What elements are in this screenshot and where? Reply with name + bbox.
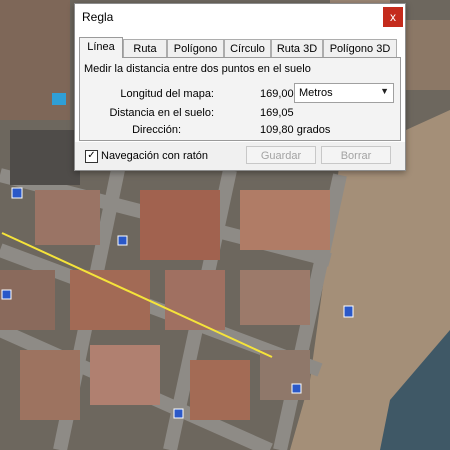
tab-linea[interactable]: Línea [79,37,123,58]
tab-panel-linea: Medir la distancia entre dos puntos en e… [79,57,401,141]
tab-ruta-3d[interactable]: Ruta 3D [271,39,323,57]
map-length-value: 169,00 [260,88,294,100]
ground-distance-label: Distancia en el suelo: [109,107,214,119]
pin-icon[interactable] [291,383,302,394]
tab-poligono[interactable]: Polígono [167,39,224,57]
close-icon: x [390,10,396,24]
dialog-footer: ✓ Navegación con ratón Guardar Borrar [75,142,405,170]
clear-button[interactable]: Borrar [321,146,391,164]
unit-select-value: Metros [299,87,333,99]
ruler-dialog: Regla x Línea Ruta Polígono Círculo Ruta… [74,3,406,171]
title-bar[interactable]: Regla x [75,4,405,30]
restaurant-icon[interactable] [1,289,12,300]
checkmark-icon: ✓ [87,150,96,161]
bar-icon[interactable] [343,305,354,318]
balloon-icon[interactable] [11,187,23,199]
chevron-down-icon: ▼ [380,86,389,96]
measure-description: Medir la distancia entre dos puntos en e… [84,63,311,75]
info-icon[interactable] [117,235,128,246]
tab-circulo[interactable]: Círculo [224,39,271,57]
navigation-checkbox-label[interactable]: Navegación con ratón [101,150,208,162]
pool [52,93,66,105]
tab-bar: Línea Ruta Polígono Círculo Ruta 3D Polí… [79,37,401,58]
direction-value: 109,80 grados [260,124,331,136]
navigation-checkbox[interactable]: ✓ [85,150,98,163]
unit-select[interactable]: Metros ▼ [294,83,394,103]
close-button[interactable]: x [383,7,403,27]
map-length-label: Longitud del mapa: [120,88,214,100]
pin-icon[interactable] [173,408,184,419]
save-button[interactable]: Guardar [246,146,316,164]
dialog-title: Regla [82,10,114,24]
ground-distance-value: 169,05 [260,107,294,119]
tab-ruta[interactable]: Ruta [123,39,167,57]
direction-label: Dirección: [132,124,181,136]
tab-poligono-3d[interactable]: Polígono 3D [323,39,397,57]
